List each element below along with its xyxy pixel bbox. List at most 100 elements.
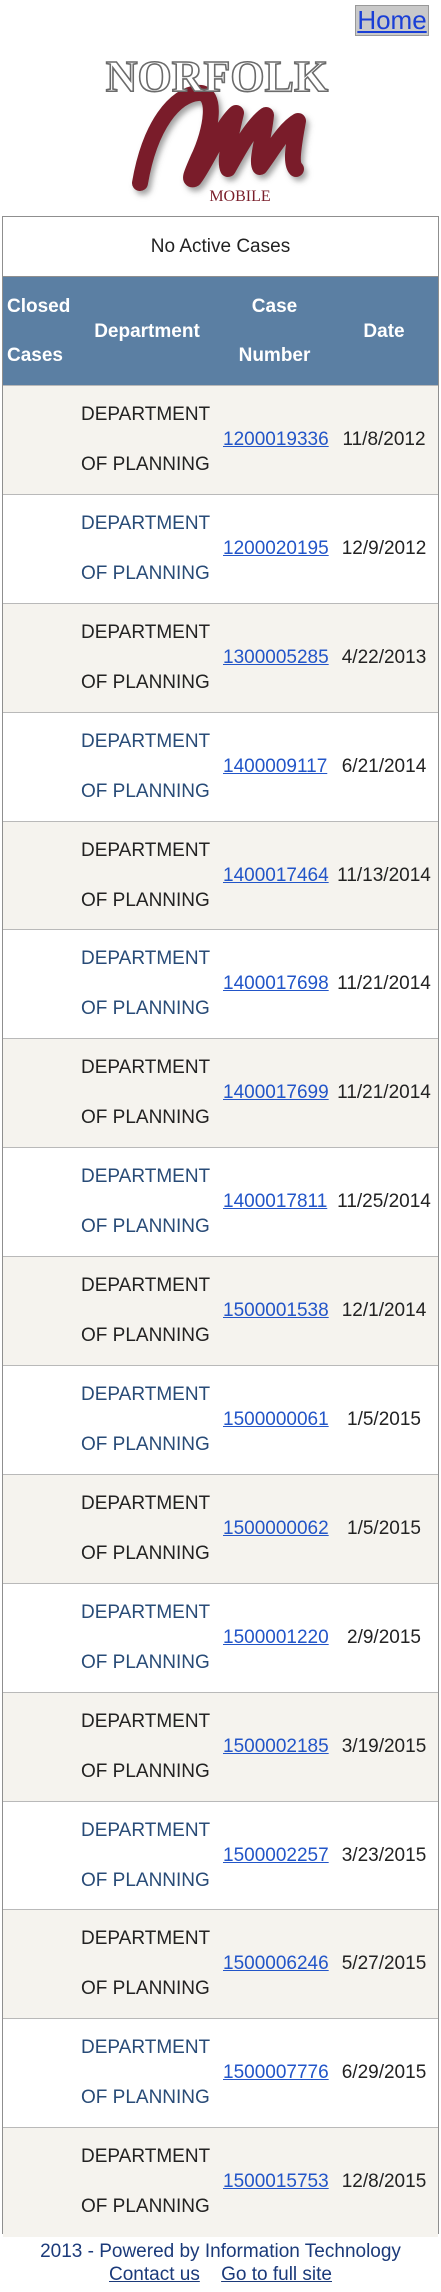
table-row: DEPARTMENT OF PLANNING 1300005285 4/22/2013 <box>3 603 438 713</box>
case-number-cell: 1500002257 <box>219 1801 330 1910</box>
case-number-link[interactable]: 1400017698 <box>223 973 329 994</box>
case-number-link[interactable]: 1500001220 <box>223 1627 329 1648</box>
closed-cases-cell <box>3 1257 75 1366</box>
department-cell: DEPARTMENT OF PLANNING <box>81 512 211 584</box>
closed-cases-cell <box>3 1148 75 1257</box>
table-row: DEPARTMENT OF PLANNING 1400017811 11/25/201… <box>3 1147 438 1257</box>
case-number-link[interactable]: 1500015753 <box>223 2171 329 2192</box>
department-cell: DEPARTMENT OF PLANNING <box>81 730 211 802</box>
department-cell: DEPARTMENT OF PLANNING <box>81 1928 211 2000</box>
case-number-link[interactable]: 1400017811 <box>223 1191 327 1212</box>
closed-cases-cell <box>3 2128 75 2237</box>
department-cell: DEPARTMENT OF PLANNING <box>81 1275 211 1347</box>
closed-cases-cell <box>3 1692 75 1801</box>
case-number-cell: 1400017464 <box>219 821 330 930</box>
case-number-link[interactable]: 1200020195 <box>223 538 329 559</box>
department-cell: DEPARTMENT OF PLANNING <box>81 1383 211 1455</box>
case-number-link[interactable]: 1400017464 <box>223 865 329 886</box>
home-button[interactable]: Home <box>355 5 429 36</box>
date-cell: 5/27/2015 <box>341 1953 427 1975</box>
department-cell: DEPARTMENT OF PLANNING <box>81 1057 211 1129</box>
table-row: DEPARTMENT OF PLANNING 1500007776 6/29/2015 <box>3 2018 438 2128</box>
date-cell: 1/5/2015 <box>347 1517 421 1539</box>
department-cell: DEPARTMENT OF PLANNING <box>81 1601 211 1673</box>
case-number-cell: 1500002185 <box>219 1692 330 1801</box>
closed-cases-cell <box>3 1366 75 1475</box>
case-number-cell: 1300005285 <box>219 603 330 712</box>
table-row: DEPARTMENT OF PLANNING 1200020195 12/9/2012 <box>3 494 438 604</box>
closed-cases-cell <box>3 1910 75 2019</box>
table-row: DEPARTMENT OF PLANNING 1500002257 3/23/2015 <box>3 1801 438 1910</box>
contact-us-link[interactable]: Contact us <box>109 2264 200 2285</box>
header-case-number: Case Number <box>219 277 330 386</box>
date-cell: 6/21/2014 <box>341 755 427 777</box>
date-cell: 11/21/2014 <box>337 1082 431 1104</box>
table-row: DEPARTMENT OF PLANNING 1500000062 1/5/2015 <box>3 1474 438 1584</box>
closed-cases-cell <box>3 386 75 495</box>
table-row: DEPARTMENT OF PLANNING 1200019336 11/8/2012 <box>3 385 438 495</box>
date-cell: 2/9/2015 <box>347 1626 421 1648</box>
closed-cases-cell <box>3 494 75 603</box>
table-row: DEPARTMENT OF PLANNING 1500006246 5/27/2015 <box>3 1909 438 2019</box>
case-number-link[interactable]: 1500006246 <box>223 1953 329 1974</box>
case-number-cell: 1500000062 <box>219 1474 330 1583</box>
case-number-link[interactable]: 1500000061 <box>223 1409 329 1430</box>
case-number-cell: 1500007776 <box>219 2019 330 2128</box>
date-cell: 12/8/2015 <box>341 2171 427 2193</box>
case-number-cell: 1400009117 <box>219 712 330 821</box>
logo-title: NORFOLK <box>106 55 328 101</box>
department-cell: DEPARTMENT OF PLANNING <box>81 1819 211 1891</box>
case-number-link[interactable]: 1500007776 <box>223 2062 329 2083</box>
case-number-cell: 1400017699 <box>219 1039 330 1148</box>
closed-cases-table: Closed Cases Department Case Number Date… <box>3 277 438 2237</box>
table-row: DEPARTMENT OF PLANNING 1400017698 11/21/201… <box>3 929 438 1039</box>
case-number-cell: 1500015753 <box>219 2128 330 2237</box>
date-cell: 6/29/2015 <box>341 2062 427 2084</box>
date-cell: 11/13/2014 <box>337 864 431 886</box>
case-number-cell: 1500001220 <box>219 1583 330 1692</box>
case-number-cell: 1500006246 <box>219 1910 330 2019</box>
header-date: Date <box>330 277 438 386</box>
closed-cases-cell <box>3 930 75 1039</box>
department-cell: DEPARTMENT OF PLANNING <box>81 1492 211 1564</box>
department-cell: DEPARTMENT OF PLANNING <box>81 621 211 693</box>
header-closed-cases: Closed Cases <box>3 277 75 386</box>
department-cell: DEPARTMENT OF PLANNING <box>81 839 211 911</box>
full-site-link[interactable]: Go to full site <box>221 2264 332 2285</box>
table-row: DEPARTMENT OF PLANNING 1400009117 6/21/2014 <box>3 712 438 822</box>
closed-cases-cell <box>3 603 75 712</box>
date-cell: 4/22/2013 <box>341 646 427 668</box>
case-number-cell: 1400017811 <box>219 1148 330 1257</box>
case-number-link[interactable]: 1300005285 <box>223 647 329 668</box>
closed-cases-cell <box>3 1039 75 1148</box>
table-header-row: Closed Cases Department Case Number Date <box>3 277 438 386</box>
case-number-cell: 1500001538 <box>219 1257 330 1366</box>
date-cell: 3/23/2015 <box>341 1844 427 1866</box>
case-number-link[interactable]: 1400009117 <box>223 756 327 777</box>
case-number-link[interactable]: 1500002185 <box>223 1736 329 1757</box>
closed-cases-cell <box>3 1801 75 1910</box>
department-cell: DEPARTMENT OF PLANNING <box>81 2037 211 2109</box>
table-row: DEPARTMENT OF PLANNING 1500001220 2/9/2015 <box>3 1583 438 1693</box>
case-number-link[interactable]: 1500002257 <box>223 1845 329 1866</box>
date-cell: 12/1/2014 <box>341 1300 427 1322</box>
date-cell: 1/5/2015 <box>347 1408 421 1430</box>
closed-cases-cell <box>3 2019 75 2128</box>
date-cell: 11/25/2014 <box>337 1191 431 1213</box>
header-department: Department <box>75 277 219 386</box>
cases-panel: No Active Cases Closed Cases Department … <box>2 216 439 2237</box>
footer: 2013 - Powered by Information Technology… <box>0 2240 441 2286</box>
case-number-cell: 1200020195 <box>219 494 330 603</box>
case-number-cell: 1500000061 <box>219 1366 330 1475</box>
case-number-link[interactable]: 1500001538 <box>223 1300 329 1321</box>
case-number-link[interactable]: 1400017699 <box>223 1082 329 1103</box>
date-cell: 3/19/2015 <box>341 1735 427 1757</box>
department-cell: DEPARTMENT OF PLANNING <box>81 403 211 475</box>
case-number-link[interactable]: 1200019336 <box>223 429 329 450</box>
department-cell: DEPARTMENT OF PLANNING <box>81 1710 211 1782</box>
no-active-cases-label: No Active Cases <box>3 217 438 277</box>
powered-by-text: 2013 - Powered by Information Technology <box>40 2241 401 2262</box>
case-number-cell: 1200019336 <box>219 386 330 495</box>
case-number-link[interactable]: 1500000062 <box>223 1518 329 1539</box>
case-number-cell: 1400017698 <box>219 930 330 1039</box>
